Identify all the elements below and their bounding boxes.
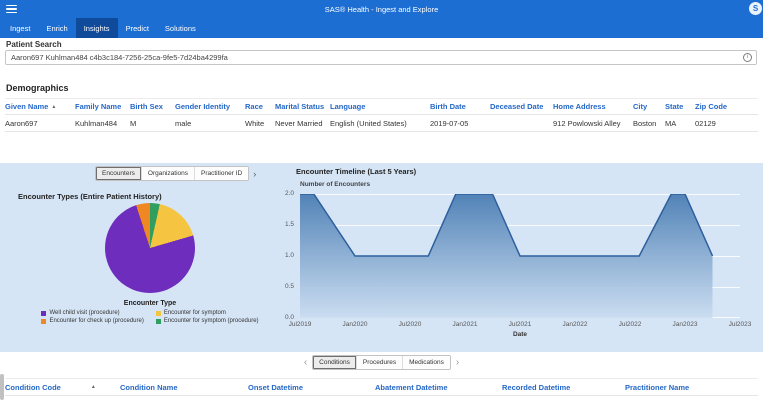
column-header-home-address[interactable]: Home Address — [553, 102, 633, 111]
legend-item-encounter-symptom-procedure: Encounter for symptom (procedure) — [156, 318, 259, 324]
cell-city: Boston — [633, 119, 665, 128]
tab-encounters[interactable]: Encounters — [96, 167, 142, 180]
nav-tab-solutions[interactable]: Solutions — [157, 18, 204, 38]
titlebar: SAS® Health - Ingest and Explore S — [0, 0, 763, 18]
column-header-birth-sex[interactable]: Birth Sex — [130, 102, 175, 111]
column-header-race[interactable]: Race — [245, 102, 275, 111]
column-header-city[interactable]: City — [633, 102, 665, 111]
column-header-recorded-datetime[interactable]: Recorded Datetime — [502, 383, 625, 392]
column-header-abatement-datetime[interactable]: Abatement Datetime — [375, 383, 502, 392]
x-tick: Jan2023 — [673, 321, 698, 328]
records-tabs: ‹ Conditions Procedures Medications › — [0, 355, 763, 370]
cell-gender-identity: male — [175, 119, 245, 128]
column-header-gender-identity[interactable]: Gender Identity — [175, 102, 245, 111]
timeline-chart — [300, 194, 740, 318]
records-tabs-prev-icon[interactable]: ‹ — [304, 358, 307, 368]
vertical-scrollbar[interactable] — [0, 374, 4, 400]
records-tabs-next-icon[interactable]: › — [456, 358, 459, 368]
tab-conditions[interactable]: Conditions — [313, 356, 357, 369]
tab-procedures[interactable]: Procedures — [357, 356, 403, 369]
column-header-birth-date[interactable]: Birth Date — [430, 102, 490, 111]
encounter-tabs: Encounters Organizations Practitioner ID… — [95, 166, 256, 181]
tab-practitioner-id[interactable]: Practitioner ID — [195, 167, 248, 180]
y-tick: 1.5 — [285, 221, 294, 228]
legend-swatch — [41, 311, 46, 316]
column-header-family-name[interactable]: Family Name — [75, 102, 130, 111]
nav-tab-ingest[interactable]: Ingest — [2, 18, 38, 38]
cell-birth-sex: M — [130, 119, 175, 128]
timeline-chart-title: Encounter Timeline (Last 5 Years) — [296, 167, 416, 176]
legend-item-encounter-symptom: Encounter for symptom — [156, 310, 259, 316]
pie-legend: Encounter Type Well child visit (procedu… — [5, 300, 295, 324]
column-header-language[interactable]: Language — [330, 102, 430, 111]
legend-swatch — [41, 319, 46, 324]
tab-organizations[interactable]: Organizations — [142, 167, 195, 180]
cell-marital-status: Never Married — [275, 119, 330, 128]
records-header-row: Condition Code▲ Condition Name Onset Dat… — [5, 378, 758, 396]
x-tick: Jul2020 — [399, 321, 422, 328]
column-header-state[interactable]: State — [665, 102, 695, 111]
column-header-onset-datetime[interactable]: Onset Datetime — [248, 383, 375, 392]
column-header-deceased-date[interactable]: Deceased Date — [490, 102, 553, 111]
timeline-y-ticks: 2.0 1.5 1.0 0.5 0.0 — [270, 190, 296, 320]
cell-family-name: Kuhlman484 — [75, 119, 130, 128]
nav-tab-insights[interactable]: Insights — [76, 18, 118, 38]
app-title: SAS® Health - Ingest and Explore — [0, 5, 763, 14]
column-header-condition-code[interactable]: Condition Code▲ — [5, 383, 120, 392]
timeline-y-axis-label: Number of Encounters — [300, 181, 370, 188]
x-tick: Jul2021 — [509, 321, 532, 328]
x-tick: Jan2020 — [343, 321, 368, 328]
cell-state: MA — [665, 119, 695, 128]
legend-item-encounter-checkup: Encounter for check up (procedure) — [41, 318, 143, 324]
y-tick: 1.0 — [285, 252, 294, 259]
legend-title: Encounter Type — [5, 300, 295, 307]
timeline-x-axis-label: Date — [300, 331, 740, 338]
cell-language: English (United States) — [330, 119, 430, 128]
cell-zip-code: 02129 — [695, 119, 753, 128]
cell-home-address: 912 Powlowski Alley — [553, 119, 633, 128]
patient-search-label: Patient Search — [6, 40, 62, 49]
column-header-zip-code[interactable]: Zip Code — [695, 102, 753, 111]
x-tick: Jul2022 — [619, 321, 642, 328]
sort-asc-icon: ▲ — [51, 104, 56, 110]
column-header-given-name[interactable]: Given Name▲ — [5, 102, 75, 111]
sort-asc-icon: ▲ — [91, 384, 96, 390]
x-tick: Jan2022 — [563, 321, 588, 328]
app-window: SAS® Health - Ingest and Explore S Inges… — [0, 0, 763, 400]
timeline-x-ticks: Jul2019 Jan2020 Jul2020 Jan2021 Jul2021 … — [300, 321, 740, 331]
y-tick: 2.0 — [285, 190, 294, 197]
legend-swatch — [156, 311, 161, 316]
x-tick: Jul2023 — [729, 321, 752, 328]
nav-tab-predict[interactable]: Predict — [118, 18, 157, 38]
user-avatar[interactable]: S — [749, 2, 762, 15]
cell-given-name: Aaron697 — [5, 119, 75, 128]
nav-tab-enrich[interactable]: Enrich — [38, 18, 75, 38]
pie-chart-title: Encounter Types (Entire Patient History) — [18, 192, 162, 201]
patient-search-input[interactable] — [5, 50, 757, 65]
tab-medications[interactable]: Medications — [403, 356, 450, 369]
cell-race: White — [245, 119, 275, 128]
demographics-header-row: Given Name▲ Family Name Birth Sex Gender… — [5, 98, 758, 115]
tabs-overflow-icon[interactable]: › — [253, 169, 256, 179]
x-tick: Jul2019 — [289, 321, 312, 328]
demographics-heading: Demographics — [6, 83, 69, 93]
info-icon[interactable]: i — [743, 53, 752, 62]
y-tick: 0.5 — [285, 283, 294, 290]
legend-item-well-child-visit: Well child visit (procedure) — [41, 310, 143, 316]
y-tick: 0.0 — [285, 314, 294, 321]
x-tick: Jan2021 — [453, 321, 478, 328]
main-nav: Ingest Enrich Insights Predict Solutions — [0, 18, 763, 38]
demographics-row[interactable]: Aaron697 Kuhlman484 M male White Never M… — [5, 115, 758, 132]
cell-birth-date: 2019-07-05 — [430, 119, 490, 128]
column-header-practitioner-name[interactable]: Practitioner Name — [625, 383, 758, 392]
column-header-condition-name[interactable]: Condition Name — [120, 383, 248, 392]
column-header-marital-status[interactable]: Marital Status — [275, 102, 330, 111]
legend-swatch — [156, 319, 161, 324]
pie-chart[interactable] — [105, 203, 195, 293]
